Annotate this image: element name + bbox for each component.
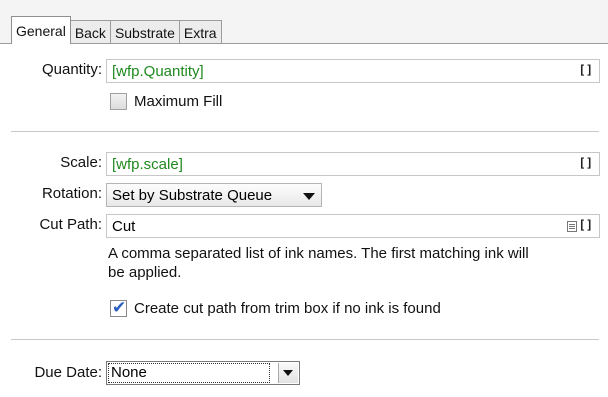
trim-box-label: Create cut path from trim box if no ink …: [134, 300, 441, 317]
scale-value: [wfp.scale]: [112, 156, 183, 173]
general-panel: Quantity: [wfp.Quantity] [] Maximum Fill…: [0, 43, 608, 397]
dropdown-button[interactable]: [278, 363, 298, 383]
tab-bar: General Back Substrate Extra: [11, 16, 222, 44]
scale-label: Scale:: [60, 154, 102, 171]
tab-extra[interactable]: Extra: [178, 20, 222, 44]
quantity-field[interactable]: [wfp.Quantity] []: [106, 59, 600, 83]
due-date-value: None: [111, 364, 147, 381]
maximum-fill-checkbox[interactable]: [110, 93, 127, 110]
cut-path-value: Cut: [112, 218, 136, 235]
cut-path-label: Cut Path:: [39, 216, 102, 233]
divider: [11, 339, 599, 340]
quantity-value: [wfp.Quantity]: [112, 63, 204, 80]
tab-back[interactable]: Back: [69, 20, 111, 44]
dropdown-arrow-icon: [303, 193, 315, 200]
trim-box-checkbox[interactable]: ✔: [110, 298, 127, 318]
cut-path-help-line-2: be applied.: [108, 264, 182, 281]
cut-path-field[interactable]: Cut []: [106, 214, 600, 238]
scale-field[interactable]: [wfp.scale] []: [106, 152, 600, 176]
variable-bracket-icon[interactable]: []: [579, 156, 593, 170]
checkmark-icon: ✔: [112, 298, 127, 318]
due-date-select[interactable]: None: [106, 361, 300, 385]
quantity-label: Quantity:: [41, 61, 102, 78]
rotation-value: Set by Substrate Queue: [112, 187, 273, 204]
cut-path-help-line-1: A comma separated list of ink names. The…: [108, 245, 529, 262]
divider: [11, 131, 599, 132]
variable-bracket-icon[interactable]: []: [579, 63, 593, 77]
rotation-label: Rotation:: [41, 185, 102, 202]
list-editor-icon[interactable]: [567, 221, 577, 232]
variable-bracket-icon[interactable]: []: [579, 218, 593, 232]
due-date-label: Due Date:: [34, 364, 102, 381]
tab-general[interactable]: General: [11, 16, 71, 44]
maximum-fill-label: Maximum Fill: [134, 93, 223, 110]
tab-substrate[interactable]: Substrate: [109, 20, 180, 44]
rotation-select[interactable]: Set by Substrate Queue: [106, 183, 322, 207]
dropdown-arrow-icon: [283, 370, 293, 376]
